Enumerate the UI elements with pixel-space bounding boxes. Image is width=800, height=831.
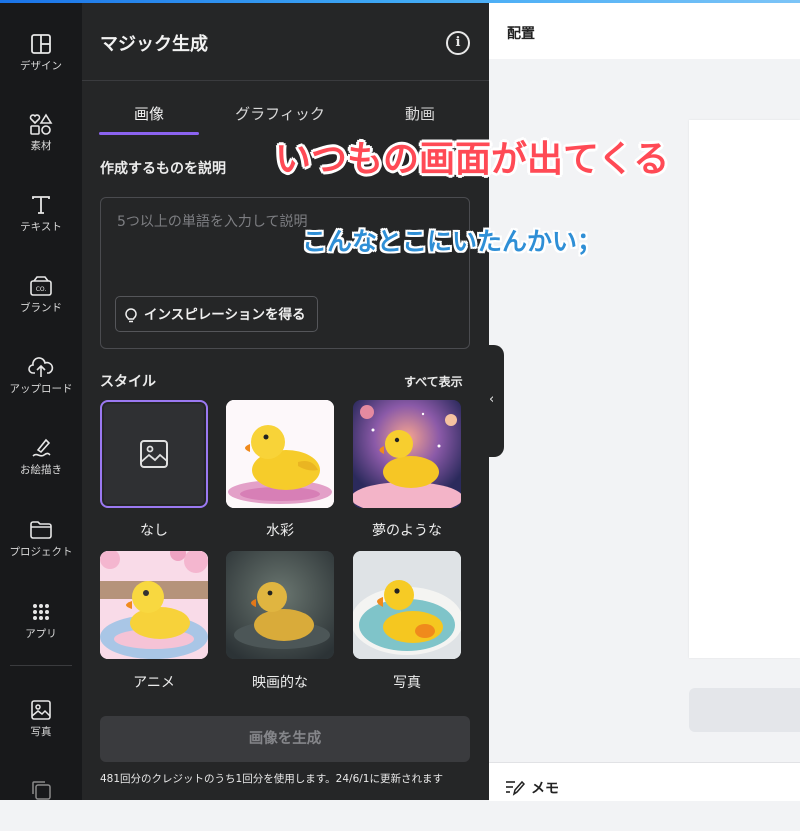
- panel-divider: [82, 80, 489, 81]
- generate-image-button[interactable]: 画像を生成: [100, 716, 470, 762]
- active-tab-indicator: [99, 132, 199, 135]
- rail-label: プロジェクト: [9, 546, 73, 558]
- info-icon[interactable]: i: [446, 31, 470, 55]
- style-tile-anime[interactable]: [100, 551, 208, 659]
- rail-item-apps[interactable]: アプリ: [0, 593, 82, 653]
- style-tile-cinematic[interactable]: [226, 551, 334, 659]
- rail-item-projects[interactable]: プロジェクト: [0, 511, 82, 571]
- rail-item-upload[interactable]: アップロード: [0, 348, 82, 408]
- style-caption-cinematic: 映画的な: [252, 675, 308, 691]
- chevron-left-icon: ‹: [489, 392, 495, 407]
- photo-icon: [31, 700, 51, 720]
- shapes-icon: [29, 113, 53, 135]
- rail-divider: [10, 665, 72, 666]
- duck-image: [353, 400, 461, 508]
- collapse-panel-handle[interactable]: ‹: [484, 345, 504, 457]
- style-tile-watercolor[interactable]: [226, 400, 334, 508]
- rail-item-design[interactable]: デザイン: [0, 25, 82, 85]
- add-page-strip[interactable]: [689, 688, 800, 732]
- inspiration-label: インスピレーションを得る: [144, 307, 306, 323]
- layout-icon: [31, 34, 51, 54]
- rail-item-elements[interactable]: 素材: [0, 105, 82, 165]
- rail-label: アップロード: [9, 383, 73, 395]
- duck-image: [226, 551, 334, 659]
- tab-graphic[interactable]: グラフィック: [220, 103, 340, 124]
- describe-label: 作成するものを説明: [100, 161, 226, 177]
- brand-icon: CO.: [30, 276, 52, 296]
- upload-cloud-icon: [28, 357, 54, 377]
- rail-item-more[interactable]: [0, 771, 82, 831]
- editor-topbar: 配置: [489, 3, 800, 59]
- style-caption-photo: 写真: [393, 675, 421, 691]
- rail-label: ブランド: [20, 302, 62, 314]
- style-label: スタイル: [100, 374, 156, 390]
- position-button[interactable]: 配置: [507, 23, 535, 43]
- credits-note: 481回分のクレジットのうち1回分を使用します。24/6/1に更新されます: [100, 773, 443, 785]
- memo-label: メモ: [531, 781, 559, 797]
- rail-label: アプリ: [25, 628, 57, 640]
- design-canvas[interactable]: [689, 120, 800, 658]
- duck-image: [100, 551, 208, 659]
- apps-grid-icon: [33, 604, 49, 620]
- memo-button[interactable]: メモ: [506, 775, 559, 798]
- rail-item-text[interactable]: テキスト: [0, 186, 82, 246]
- image-placeholder-icon: [140, 440, 168, 468]
- magic-generate-panel: マジック生成 i 画像 グラフィック 動画 作成するものを説明 インスピレーショ…: [82, 3, 489, 800]
- text-icon: [32, 196, 50, 214]
- svg-text:CO.: CO.: [36, 286, 47, 293]
- style-caption-none: なし: [140, 523, 168, 539]
- overlay-caption-main: いつもの画面が出てくる: [275, 139, 670, 180]
- editor-footer: メモ: [489, 762, 800, 801]
- rail-label: 写真: [30, 726, 52, 738]
- rail-item-brand[interactable]: CO. ブランド: [0, 267, 82, 327]
- rail-label: 素材: [30, 140, 52, 152]
- duck-image: [226, 400, 334, 508]
- style-tile-photo[interactable]: [353, 551, 461, 659]
- style-caption-dreamy: 夢のような: [372, 523, 442, 539]
- lightbulb-icon: [125, 308, 137, 323]
- inspiration-button[interactable]: インスピレーションを得る: [115, 296, 319, 332]
- folder-icon: [30, 521, 52, 539]
- rail-label: お絵描き: [20, 464, 62, 476]
- add-page-icon: [32, 781, 51, 800]
- prompt-box: インスピレーションを得る: [100, 197, 470, 349]
- style-tile-none[interactable]: [100, 400, 208, 508]
- rail-label: テキスト: [20, 221, 62, 233]
- show-all-link[interactable]: すべて表示: [404, 373, 463, 390]
- tab-image[interactable]: 画像: [99, 103, 199, 124]
- tab-video[interactable]: 動画: [370, 103, 470, 124]
- notes-pencil-icon: [506, 780, 526, 796]
- rail-label: デザイン: [20, 60, 62, 72]
- rail-item-draw[interactable]: お絵描き: [0, 429, 82, 489]
- style-caption-watercolor: 水彩: [266, 523, 294, 539]
- left-nav-rail: デザイン 素材 テキスト CO. ブランド アップロード お絵描き プロジェクト…: [0, 3, 82, 800]
- draw-icon: [32, 438, 51, 457]
- panel-title: マジック生成: [100, 34, 208, 55]
- rail-item-photos[interactable]: 写真: [0, 691, 82, 751]
- duck-image: [353, 551, 461, 659]
- overlay-caption-sub: こんなとこにいたんかい；: [302, 227, 603, 256]
- style-tile-dreamy[interactable]: [353, 400, 461, 508]
- style-caption-anime: アニメ: [133, 675, 175, 691]
